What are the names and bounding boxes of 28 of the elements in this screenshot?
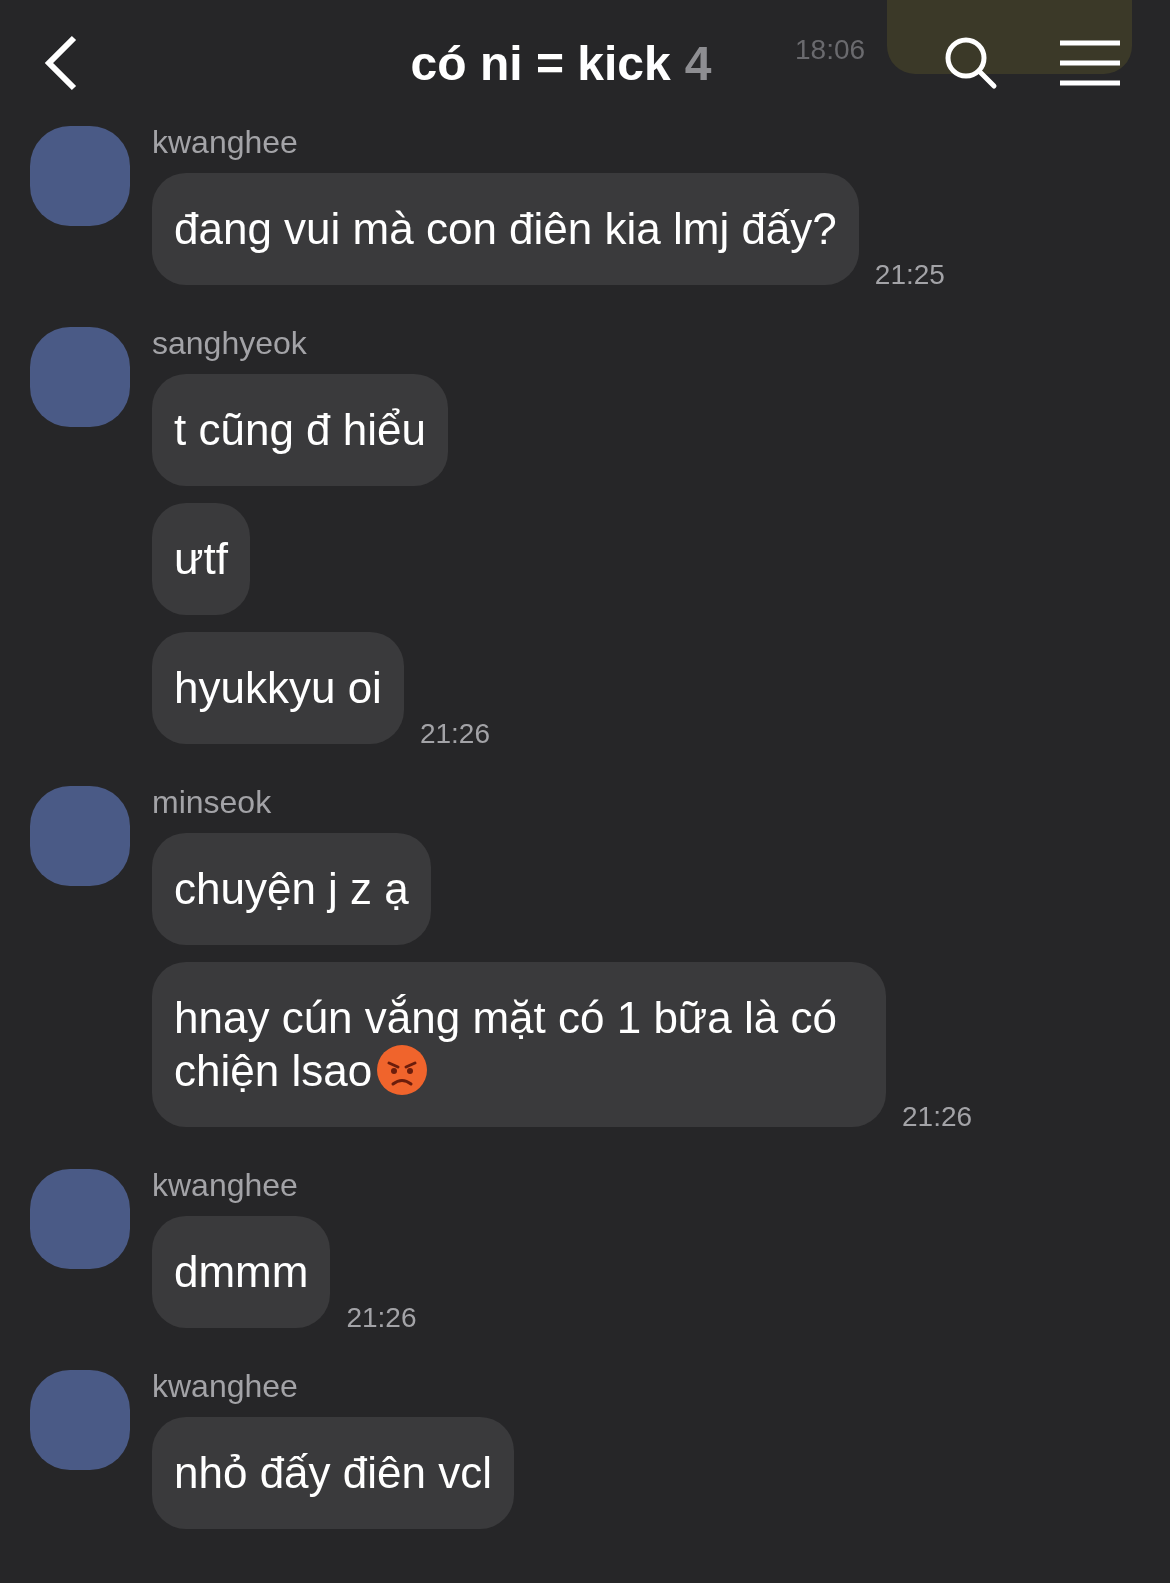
member-count: 4 [684,35,712,91]
menu-icon[interactable] [1060,40,1120,86]
message-bubble: chuyện j z ạ [152,833,431,945]
search-icon[interactable] [944,36,998,90]
message-bubble: đang vui mà con điên kia lmj đấy? [152,173,859,285]
message-bubble: nhỏ đấy điên vcl [152,1417,514,1529]
message-bubble: t cũng đ hiểu [152,374,448,486]
chat-title: có ni = kick [410,35,671,91]
message-bubble: hyukkyu oi [152,632,404,744]
sender-name: kwanghee [152,1368,299,1404]
sender-name: kwanghee [152,124,299,160]
message-bubble: ưtf [152,503,250,615]
message-bubble: hnay cún vắng mặt có 1 bữa là có chiện lsao [152,962,886,1127]
message-time: 21:26 [419,718,490,750]
message-time: 18:06 [795,34,866,66]
message-bubble: dmmm [152,1216,331,1328]
avatar-photo[interactable] [30,1370,130,1470]
avatar-photo[interactable] [30,327,130,427]
sender-name: kwanghee [152,1167,299,1203]
avatar-photo[interactable] [30,126,130,226]
message-time: 21:26 [346,1302,417,1334]
sender-name: minseok [152,784,273,820]
avatar-photo[interactable] [30,786,130,886]
message-time: 21:26 [902,1101,973,1133]
avatar-photo[interactable] [30,1169,130,1269]
sender-name: sanghyeok [152,325,308,361]
message-time: 21:25 [874,259,945,291]
back-icon[interactable] [44,35,78,91]
